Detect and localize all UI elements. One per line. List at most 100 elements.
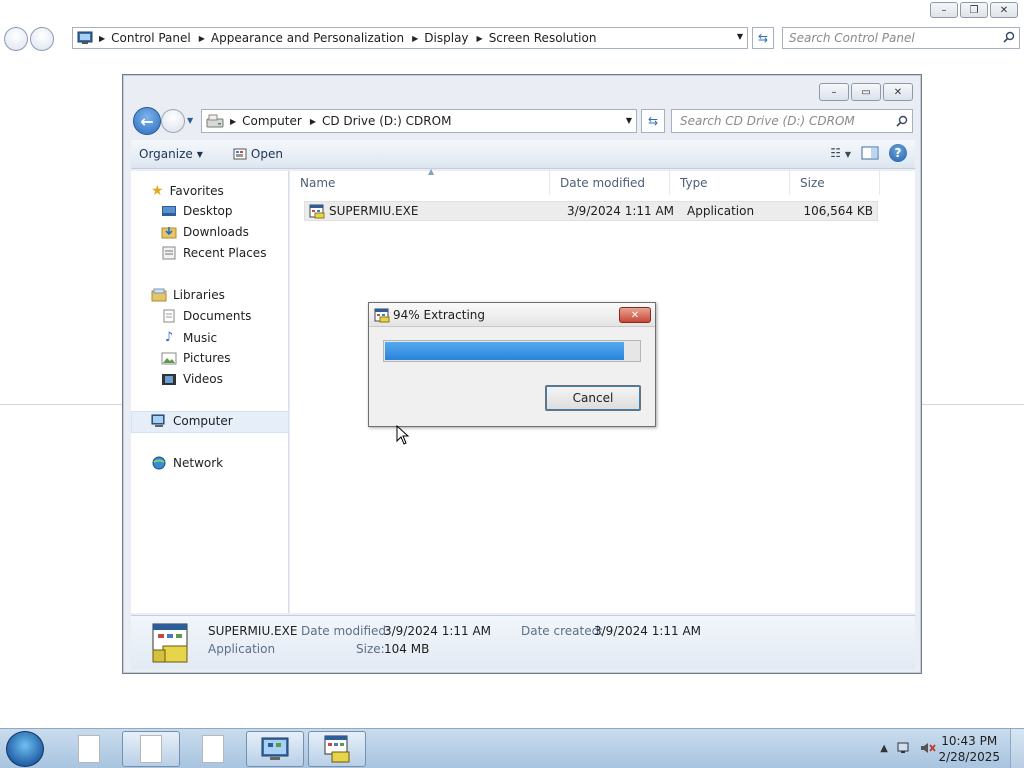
search-icon[interactable] (1003, 31, 1015, 43)
open-label: Open (250, 147, 283, 161)
exe-large-icon (152, 623, 188, 663)
nav-downloads[interactable]: Downloads (161, 225, 249, 239)
recent-places-icon (162, 246, 176, 260)
explorer-search-placeholder: Search CD Drive (D:) CDROM (680, 114, 855, 128)
nav-documents[interactable]: Documents (161, 309, 251, 323)
nav-computer[interactable]: Computer (151, 414, 233, 428)
details-size-label: Size: (356, 642, 385, 656)
nav-libraries[interactable]: Libraries (151, 288, 225, 302)
details-size-value: 104 MB (384, 642, 430, 656)
explorer-maximize-button[interactable]: ▭ (851, 83, 881, 101)
nav-recent-places[interactable]: Recent Places (161, 246, 266, 260)
nav-network[interactable]: Network (151, 456, 223, 470)
breadcrumb-computer[interactable]: Computer (242, 114, 302, 128)
bg-breadcrumb-screen-resolution[interactable]: Screen Resolution (489, 31, 597, 45)
column-header-name[interactable]: Name ▲ (290, 167, 550, 195)
column-header-type[interactable]: Type (670, 171, 790, 195)
file-row[interactable]: SUPERMIU.EXE 3/9/2024 1:11 AM Applicatio… (304, 201, 878, 221)
file-date-modified: 3/9/2024 1:11 AM (567, 204, 675, 218)
explorer-navigation-bar: ← ▼ ▶ Computer ▶ CD Drive (D:) CDROM ▼ ⇆… (131, 107, 915, 135)
bg-address-bar[interactable]: ▶ Control Panel ▶ Appearance and Persona… (72, 27, 748, 49)
bg-refresh-button[interactable]: ⇆ (752, 27, 774, 49)
bg-navigation-bar: ▶ Control Panel ▶ Appearance and Persona… (0, 24, 1024, 54)
bg-breadcrumb-display[interactable]: Display (424, 31, 468, 45)
explorer-minimize-button[interactable]: – (819, 83, 849, 101)
nav-music[interactable]: ♪ Music (161, 330, 217, 345)
bg-maximize-button[interactable]: ❐ (960, 2, 988, 18)
explorer-search-input[interactable]: Search CD Drive (D:) CDROM (671, 109, 913, 133)
breadcrumb-cd-drive[interactable]: CD Drive (D:) CDROM (322, 114, 451, 128)
file-size: 106,564 KB (803, 204, 873, 218)
nav-favorites[interactable]: ★ Favorites (151, 183, 224, 199)
back-button[interactable]: ← (133, 107, 161, 135)
bg-caption-buttons: – ❐ ✕ (930, 2, 1018, 18)
nav-documents-label: Documents (183, 309, 252, 323)
dialog-close-button[interactable]: ✕ (619, 307, 651, 323)
nav-network-label: Network (173, 456, 224, 470)
nav-pictures[interactable]: Pictures (161, 351, 231, 365)
start-button[interactable] (6, 731, 44, 767)
show-hidden-icons-icon[interactable]: ▲ (880, 743, 888, 754)
preview-pane-icon[interactable] (861, 145, 879, 161)
taskbar-control-panel[interactable] (246, 731, 304, 767)
file-type: Application (687, 204, 755, 218)
chevron-down-icon[interactable]: ▼ (626, 116, 632, 125)
extracting-dialog: 94% Extracting ✕ Cancel (368, 302, 656, 427)
sort-ascending-icon: ▲ (428, 167, 435, 176)
progress-fill (385, 342, 624, 360)
show-desktop-button[interactable] (1010, 729, 1024, 768)
column-name-label: Name (300, 176, 336, 190)
computer-icon (151, 414, 165, 427)
document-icon (78, 735, 100, 763)
nav-desktop[interactable]: Desktop (161, 204, 233, 218)
nav-pictures-label: Pictures (183, 351, 231, 365)
file-name: SUPERMIU.EXE (329, 204, 419, 218)
forward-button[interactable] (161, 109, 185, 133)
exe-file-icon (324, 735, 350, 763)
bg-forward-button[interactable] (30, 27, 54, 51)
cancel-button[interactable]: Cancel (545, 385, 641, 411)
nav-libraries-label: Libraries (173, 288, 225, 302)
taskbar-clock[interactable]: 10:43 PM 2/28/2025 (938, 733, 1000, 765)
taskbar-app-3[interactable] (184, 731, 242, 767)
help-icon[interactable]: ? (889, 144, 907, 162)
view-controls: ☷ ▼ ? (830, 144, 907, 162)
mouse-cursor-icon (396, 425, 410, 445)
explorer-address-bar[interactable]: ▶ Computer ▶ CD Drive (D:) CDROM ▼ (201, 109, 637, 133)
column-header-date-modified[interactable]: Date modified (550, 171, 670, 195)
bg-minimize-button[interactable]: – (930, 2, 958, 18)
chevron-down-icon[interactable]: ▼ (737, 32, 743, 41)
bg-breadcrumb-control-panel[interactable]: Control Panel (111, 31, 191, 45)
network-status-icon[interactable] (896, 741, 912, 755)
dialog-title-bar[interactable]: 94% Extracting ✕ (369, 303, 655, 327)
bg-close-button[interactable]: ✕ (990, 2, 1018, 18)
search-icon[interactable] (896, 115, 908, 127)
recent-pages-dropdown-icon[interactable]: ▼ (187, 116, 193, 125)
column-header-size[interactable]: Size (790, 171, 880, 195)
open-button[interactable]: Open (225, 147, 291, 161)
column-date-label: Date modified (560, 176, 646, 190)
downloads-icon (161, 227, 177, 239)
change-view-icon[interactable]: ☷ ▼ (830, 146, 851, 160)
nav-recent-places-label: Recent Places (183, 246, 267, 260)
nav-videos[interactable]: Videos (161, 372, 223, 386)
taskbar-supermiu[interactable] (308, 731, 366, 767)
organize-button[interactable]: Organize ▼ (131, 147, 211, 161)
volume-muted-icon[interactable] (920, 741, 936, 755)
organize-label: Organize (139, 147, 193, 161)
navigation-pane: ★ Favorites Desktop Downloads Recent Pla… (131, 171, 289, 613)
details-pane: SUPERMIU.EXE Application Date modified: … (131, 615, 915, 669)
taskbar: ▲ 10:43 PM 2/28/2025 (0, 728, 1024, 768)
pictures-icon (161, 352, 177, 365)
taskbar-app-2[interactable] (122, 731, 180, 767)
explorer-close-button[interactable]: ✕ (883, 83, 913, 101)
bg-search-placeholder: Search Control Panel (789, 31, 915, 45)
taskbar-app-1[interactable] (60, 731, 118, 767)
exe-file-icon (374, 308, 390, 323)
bg-search-input[interactable]: Search Control Panel (782, 27, 1020, 49)
nav-music-label: Music (183, 330, 218, 345)
bg-back-button[interactable] (4, 27, 28, 51)
bg-breadcrumb-appearance[interactable]: Appearance and Personalization (211, 31, 404, 45)
refresh-button[interactable]: ⇆ (641, 109, 665, 133)
breadcrumb-arrow-icon: ▶ (99, 33, 106, 43)
